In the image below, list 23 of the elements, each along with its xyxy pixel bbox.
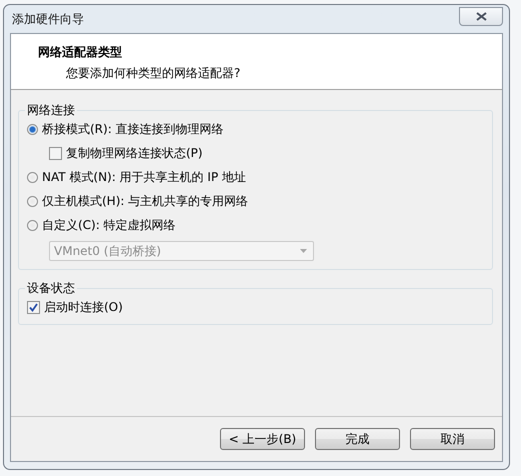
option-label: NAT 模式(N): 用于共享主机的 IP 地址: [42, 169, 246, 186]
group-title: 设备状态: [26, 280, 76, 297]
radio-button[interactable]: [27, 220, 38, 231]
checkbox[interactable]: [27, 301, 40, 314]
option-label: 自定义(C): 特定虚拟网络: [42, 217, 176, 234]
option-label: 桥接模式(R): 直接连接到物理网络: [42, 121, 224, 138]
checkbox[interactable]: [49, 147, 62, 160]
radio-button[interactable]: [27, 124, 38, 135]
wizard-button[interactable]: < 上一步(B): [220, 428, 305, 450]
option-label: 启动时连接(O): [44, 299, 123, 316]
group-title: 网络连接: [26, 102, 76, 119]
close-button[interactable]: [459, 6, 503, 26]
wizard-button[interactable]: 完成: [315, 428, 400, 450]
page-subtitle: 您要添加何种类型的网络适配器?: [66, 65, 242, 82]
radio-button[interactable]: [27, 196, 38, 207]
radio-button[interactable]: [27, 172, 38, 183]
wizard-button[interactable]: 取消: [410, 428, 495, 450]
option-label: 仅主机模式(H): 与主机共享的专用网络: [42, 193, 248, 210]
caret-icon: [300, 249, 307, 253]
page-title: 网络适配器类型: [38, 44, 123, 61]
option-label: 复制物理网络连接状态(P): [66, 145, 203, 162]
close-icon: [476, 12, 486, 20]
window-title: 添加硬件向导: [11, 10, 84, 28]
